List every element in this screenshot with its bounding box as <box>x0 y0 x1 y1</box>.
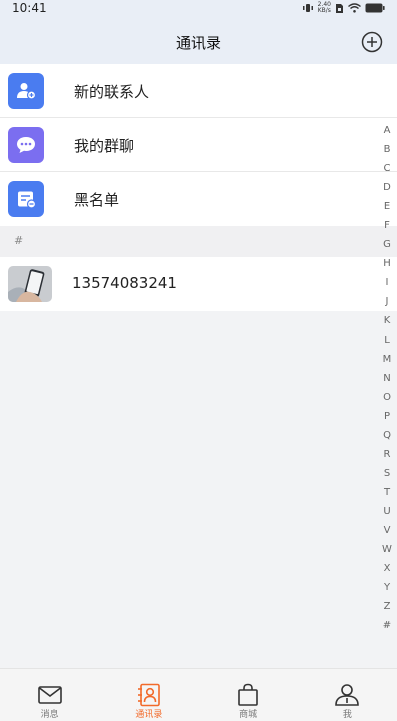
avatar <box>8 266 52 302</box>
section-letter: # <box>14 234 24 247</box>
tab-shop[interactable]: 商城 <box>199 669 298 721</box>
chat-bubble-icon <box>8 127 44 163</box>
contact-row[interactable]: 13574083241 <box>0 257 397 311</box>
index-letter[interactable]: K <box>380 311 394 330</box>
index-letter[interactable]: S <box>380 464 394 483</box>
group-chat-item[interactable]: 我的群聊 <box>0 118 397 172</box>
index-letter[interactable]: L <box>380 331 394 350</box>
index-letter[interactable]: N <box>380 369 394 388</box>
index-letter[interactable]: Y <box>380 578 394 597</box>
blacklist-item[interactable]: 黑名单 <box>0 172 397 226</box>
index-letter[interactable]: A <box>380 121 394 140</box>
contact-name: 13574083241 <box>72 274 177 292</box>
index-letter[interactable]: O <box>380 388 394 407</box>
index-letter[interactable]: P <box>380 407 394 426</box>
index-letter[interactable]: U <box>380 502 394 521</box>
tab-messages[interactable]: 消息 <box>0 669 99 721</box>
user-icon <box>335 684 360 706</box>
tab-label: 通讯录 <box>135 710 163 720</box>
page-title: 通讯录 <box>175 34 221 52</box>
tab-label: 消息 <box>40 710 59 720</box>
menu-label: 黑名单 <box>74 191 120 209</box>
alphabet-index[interactable]: A B C D E F G H I J K L M N O P Q R S T U V W X Y Z # <box>380 121 394 635</box>
index-letter[interactable]: Z <box>380 597 394 616</box>
index-letter[interactable]: T <box>380 483 394 502</box>
index-letter[interactable]: F <box>380 216 394 235</box>
status-bar: 10:41 2.40 KB/s <box>0 0 397 20</box>
tab-label: 我 <box>342 710 352 720</box>
menu-label: 新的联系人 <box>74 83 150 101</box>
index-letter[interactable]: R <box>380 445 394 464</box>
net-speed-unit: KB/s <box>317 7 331 14</box>
contacts-icon <box>137 683 160 707</box>
index-letter[interactable]: W <box>380 540 394 559</box>
tab-me[interactable]: 我 <box>298 669 397 721</box>
menu-label: 我的群聊 <box>74 137 135 155</box>
mail-icon <box>37 686 62 704</box>
tab-bar: 消息 通讯录 商城 我 <box>0 668 397 721</box>
add-contact-icon <box>8 73 44 109</box>
tab-contacts[interactable]: 通讯录 <box>99 669 198 721</box>
index-letter[interactable]: G <box>380 235 394 254</box>
status-icons: 2.40 KB/s <box>302 2 385 14</box>
index-letter[interactable]: V <box>380 521 394 540</box>
nav-bar: 通讯录 <box>0 20 397 64</box>
index-letter[interactable]: B <box>380 140 394 159</box>
tab-label: 商城 <box>239 710 258 720</box>
section-header: # <box>0 226 397 257</box>
index-letter[interactable]: C <box>380 159 394 178</box>
battery-icon <box>365 3 385 13</box>
index-letter[interactable]: E <box>380 197 394 216</box>
index-letter[interactable]: J <box>380 292 394 311</box>
new-contact-item[interactable]: 新的联系人 <box>0 64 397 118</box>
index-letter[interactable]: D <box>380 178 394 197</box>
index-letter[interactable]: X <box>380 559 394 578</box>
shopping-bag-icon <box>238 683 258 706</box>
blacklist-icon <box>8 181 44 217</box>
index-letter[interactable]: H <box>380 254 394 273</box>
index-letter[interactable]: M <box>380 350 394 369</box>
index-letter[interactable]: Q <box>380 426 394 445</box>
status-time: 10:41 <box>12 1 47 15</box>
wifi-icon <box>348 3 361 13</box>
menu-list: 新的联系人 我的群聊 黑名单 <box>0 64 397 226</box>
index-letter[interactable]: I <box>380 273 394 292</box>
index-letter[interactable]: # <box>380 616 394 635</box>
vibrate-icon <box>302 4 313 12</box>
add-circle-icon[interactable] <box>361 31 383 53</box>
sim-icon <box>336 3 343 13</box>
net-speed: 2.40 KB/s <box>318 2 331 14</box>
